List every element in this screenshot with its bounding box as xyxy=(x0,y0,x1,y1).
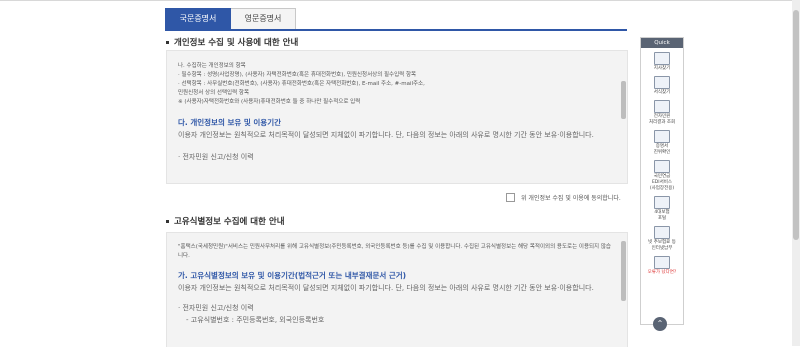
page-scrollbar-thumb[interactable] xyxy=(793,10,799,240)
tab-korean-certificate[interactable]: 국문증명서 xyxy=(165,8,231,30)
quick-item-form[interactable]: 서식찾기 xyxy=(641,76,683,96)
privacy-section-title: 개인정보 수집 및 사용에 대한 안내 xyxy=(166,36,298,48)
unique-id-section-title: 고유식별정보 수집에 대한 안내 xyxy=(166,215,285,227)
search-branch-icon xyxy=(654,52,670,65)
retention-bullet-text: 전자민원 신고/신청 이력 xyxy=(182,153,254,161)
payment-icon xyxy=(654,226,670,239)
notice-line: · 필수항목 : 성명(사업장명), (사용자) 자택전화번호(혹은 휴대전화번… xyxy=(178,72,417,78)
quick-menu-header: Quick xyxy=(641,38,683,48)
top-divider xyxy=(0,0,800,1)
quick-item-label: 지사찾기 xyxy=(653,66,671,71)
unique-id-sub: - 고유식별번호 : 주민등록번호, 외국인등록번호 xyxy=(186,316,325,324)
quick-item-label: 증명서 진위확인 xyxy=(653,144,671,155)
quick-item-label: 국민연금 EDI서비스 (사업장전용) xyxy=(649,174,675,191)
notice-line: · 선택항목 : 사무실번호(전화번호), (사용자) 휴대전화번호(혹은 자택… xyxy=(178,81,425,87)
privacy-notice-box[interactable]: 나. 수집하는 개인정보의 항목 · 필수항목 : 성명(사업장명), (사용자… xyxy=(166,50,628,184)
agree-label: 위 개인정보 수집 및 이용에 동의합니다. xyxy=(521,195,621,202)
agree-checkbox[interactable] xyxy=(506,193,515,202)
unique-id-body: 이용자 개인정보는 원칙적으로 처리목적이 달성되면 지체없이 파기합니다. 단… xyxy=(178,284,594,292)
retention-body: 이용자 개인정보는 원칙적으로 처리목적이 달성되면 지체없이 파기합니다. 단… xyxy=(178,131,594,139)
unique-id-notice-box[interactable]: "홈택스(국세청민원)"서비스는 민원사무처리를 위해 고유식별정보(주민등록번… xyxy=(166,232,628,347)
quick-item-payment[interactable]: 빗 추보험료 등 인터넷납부 xyxy=(641,226,683,252)
notice-line: 나. 수집하는 개인정보의 항목 xyxy=(178,63,246,69)
bullet-icon xyxy=(166,41,169,44)
privacy-section-title-text: 개인정보 수집 및 사용에 대한 안내 xyxy=(174,38,299,48)
quick-item-error[interactable]: 오류가 났다면? xyxy=(641,256,683,276)
notice-line: 민원신청서 상의 선택입력 항목 xyxy=(178,90,250,96)
quick-item-label: 전자민원 처리결과 조회 xyxy=(648,114,676,125)
scrollbar-thumb[interactable] xyxy=(621,81,626,119)
tab-english-certificate[interactable]: 영문증명서 xyxy=(231,8,296,30)
quick-item-branch[interactable]: 지사찾기 xyxy=(641,52,683,72)
notice-line: ※ (사용자)자택전화번호와 (사용자)휴대전화번호 둘 중 하나만 필수적으로… xyxy=(178,99,361,105)
quick-menu: Quick 지사찾기 서식찾기 전자민원 처리결과 조회 증명서 진위확인 국민… xyxy=(640,37,684,325)
quick-item-label: 오류가 났다면? xyxy=(647,270,677,275)
quick-item-portal[interactable]: 4대보험 포털 xyxy=(641,196,683,222)
unique-id-intro: "홈택스(국세청민원)"서비스는 민원사무처리를 위해 고유식별정보(주민등록번… xyxy=(178,244,611,259)
privacy-agree[interactable]: 위 개인정보 수집 및 이용에 동의합니다. xyxy=(506,193,621,202)
retention-heading: 다. 개인정보의 보유 및 이용기간 xyxy=(178,118,281,127)
insurance-portal-icon xyxy=(654,196,670,209)
bullet-icon xyxy=(166,220,169,223)
quick-item-label: 빗 추보험료 등 인터넷납부 xyxy=(648,240,676,251)
error-help-icon xyxy=(654,256,670,269)
quick-item-label: 서식찾기 xyxy=(653,90,671,95)
quick-item-label: 4대보험 포털 xyxy=(654,210,670,221)
page-scrollbar[interactable] xyxy=(792,0,800,346)
scroll-top-button[interactable]: ⌃ xyxy=(653,317,667,331)
quick-item-result[interactable]: 전자민원 처리결과 조회 xyxy=(641,100,683,126)
chevron-up-icon: ⌃ xyxy=(656,319,664,328)
unique-id-section-title-text: 고유식별정보 수집에 대한 안내 xyxy=(174,217,285,227)
unique-id-heading: 가. 고유식별정보의 보유 및 이용기간(법적근거 또는 내부결재문서 근거) xyxy=(178,271,407,280)
scrollbar-thumb[interactable] xyxy=(621,241,626,301)
form-search-icon xyxy=(654,76,670,89)
unique-id-bullet-text: 전자민원 신고/신청 이력 xyxy=(182,304,254,312)
quick-item-edi[interactable]: 국민연금 EDI서비스 (사업장전용) xyxy=(641,160,683,192)
retention-bullet: · 전자민원 신고/신청 이력 xyxy=(178,153,254,161)
certificate-tabs: 국문증명서 영문증명서 xyxy=(165,8,296,30)
edi-icon xyxy=(654,160,670,173)
tab-underline xyxy=(165,29,627,31)
certificate-icon xyxy=(654,130,670,143)
quick-item-certificate[interactable]: 증명서 진위확인 xyxy=(641,130,683,156)
result-search-icon xyxy=(654,100,670,113)
unique-id-bullet: · 전자민원 신고/신청 이력 xyxy=(178,304,254,312)
